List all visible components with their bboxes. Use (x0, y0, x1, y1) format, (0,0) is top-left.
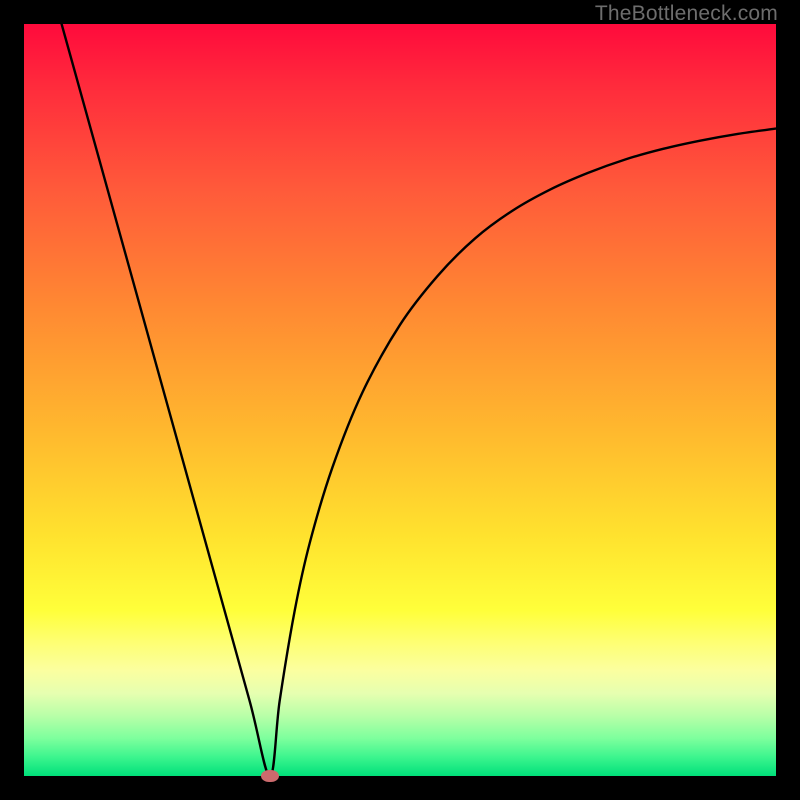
optimum-marker (261, 770, 279, 782)
chart-frame: TheBottleneck.com (0, 0, 800, 800)
plot-area (24, 24, 776, 776)
bottleneck-curve (62, 24, 776, 776)
watermark-text: TheBottleneck.com (595, 2, 778, 26)
curve-svg (24, 24, 776, 776)
